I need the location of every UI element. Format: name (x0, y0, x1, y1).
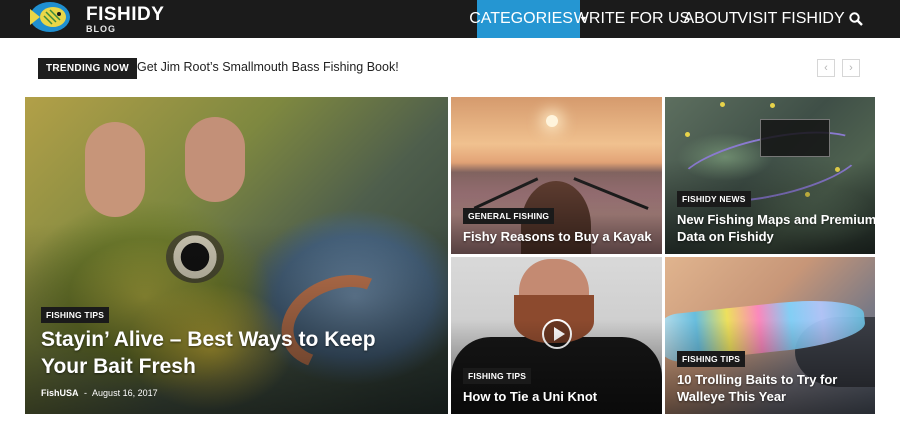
tile-title-line: How to Tie a Uni Knot (463, 389, 598, 404)
featured-image-detail (185, 117, 245, 202)
nav-about-label: ABOUT (683, 10, 739, 27)
article-tile-uni-knot[interactable]: FISHING TIPS How to Tie a Uni Knot (451, 257, 662, 414)
category-tag[interactable]: FISHING TIPS (677, 351, 746, 367)
featured-title-line: Stayin’ Alive – Best Ways to Keep (41, 328, 376, 351)
category-tag[interactable]: FISHIDY NEWS (677, 191, 751, 207)
category-tag[interactable]: FISHING TIPS (41, 307, 110, 323)
trending-prev-button[interactable]: ‹ (817, 59, 835, 77)
tile-title-line: Data on Fishidy (677, 229, 774, 244)
tile-image-detail (546, 115, 558, 127)
article-tile-kayak[interactable]: GENERAL FISHING Fishy Reasons to Buy a K… (451, 97, 662, 254)
category-tag[interactable]: GENERAL FISHING (463, 208, 555, 224)
logo-wordmark: FISHIDY BLOG (86, 5, 164, 34)
post-date: August 16, 2017 (92, 388, 158, 398)
brand-name: FISHIDY (86, 3, 165, 25)
featured-title-line: Your Bait Fresh (41, 355, 196, 378)
nav-about[interactable]: ABOUT (683, 0, 738, 38)
meta-separator: - (84, 388, 88, 398)
tile-title[interactable]: New Fishing Maps and Premium Data on Fis… (677, 211, 875, 245)
map-pin-icon (720, 102, 725, 107)
nav-categories[interactable]: CATEGORIES ▼ (469, 0, 588, 38)
tile-title-line: Fishy Reasons to Buy a Kayak (463, 229, 652, 244)
tile-image-detail (760, 119, 830, 157)
fish-logo-icon (26, 0, 78, 38)
tile-title-line: Walleye This Year (677, 389, 787, 404)
nav-write-for-us[interactable]: WRITE FOR US (574, 0, 690, 38)
site-logo[interactable]: FISHIDY BLOG (26, 0, 164, 38)
nav-visit-fishidy[interactable]: VISIT FISHIDY (737, 0, 844, 38)
trending-headline-link[interactable]: Get Jim Root’s Smallmouth Bass Fishing B… (137, 60, 399, 74)
search-icon[interactable] (846, 0, 866, 38)
tile-title[interactable]: How to Tie a Uni Knot (463, 388, 597, 405)
trending-next-button[interactable]: › (842, 59, 860, 77)
featured-meta: FishUSA - August 16, 2017 (41, 388, 158, 398)
author-link[interactable]: FishUSA (41, 388, 79, 398)
top-navigation-bar: FISHIDY BLOG CATEGORIES ▼ WRITE FOR US A… (0, 0, 900, 38)
nav-visit-label: VISIT FISHIDY (737, 10, 845, 27)
nav-categories-label: CATEGORIES (469, 10, 573, 27)
featured-image-detail (85, 122, 145, 217)
tile-title[interactable]: Fishy Reasons to Buy a Kayak (463, 228, 652, 245)
tile-title-line: New Fishing Maps and Premium (677, 212, 875, 227)
map-pin-icon (685, 132, 690, 137)
trending-now-badge: TRENDING NOW (38, 58, 138, 79)
tile-title[interactable]: 10 Trolling Baits to Try for Walleye Thi… (677, 371, 837, 405)
map-pin-icon (770, 103, 775, 108)
brand-subtitle: BLOG (86, 23, 116, 34)
featured-article-tile[interactable]: FISHING TIPS Stayin’ Alive – Best Ways t… (25, 97, 448, 414)
tile-title-line: 10 Trolling Baits to Try for (677, 372, 838, 387)
nav-write-label: WRITE FOR US (573, 10, 691, 27)
featured-title[interactable]: Stayin’ Alive – Best Ways to Keep Your B… (41, 326, 376, 380)
article-tile-maps[interactable]: FISHIDY NEWS New Fishing Maps and Premiu… (665, 97, 875, 254)
article-tile-walleye[interactable]: FISHING TIPS 10 Trolling Baits to Try fo… (665, 257, 875, 414)
category-tag[interactable]: FISHING TIPS (463, 368, 532, 384)
